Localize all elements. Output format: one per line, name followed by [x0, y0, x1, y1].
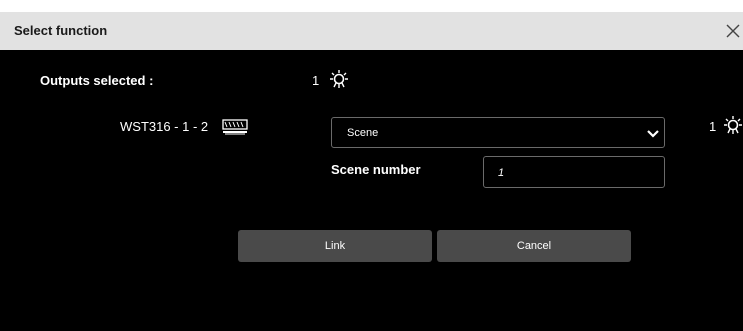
- right-output-count: 1: [709, 119, 717, 134]
- dialog-title: Select function: [14, 23, 108, 38]
- scene-number-label: Scene number: [331, 162, 421, 177]
- wall-switch-icon: [222, 118, 248, 141]
- bulb-icon: [720, 114, 743, 143]
- outputs-count: 1: [312, 73, 320, 88]
- function-select[interactable]: Scene: [331, 117, 665, 148]
- cancel-button[interactable]: Cancel: [437, 230, 631, 262]
- outputs-selected-label: Outputs selected :: [40, 73, 154, 88]
- function-select-value: Scene: [347, 127, 379, 139]
- chevron-down-icon: [647, 128, 659, 138]
- device-name: WST316 - 1 - 2: [120, 119, 209, 134]
- link-button[interactable]: Link: [238, 230, 432, 262]
- scene-number-input[interactable]: 1: [483, 156, 665, 188]
- bulb-icon: [326, 68, 350, 97]
- select-function-dialog: Select function Outputs selected : 1 WST…: [0, 12, 743, 331]
- close-icon[interactable]: [724, 22, 742, 40]
- dialog-titlebar: Select function: [0, 12, 743, 50]
